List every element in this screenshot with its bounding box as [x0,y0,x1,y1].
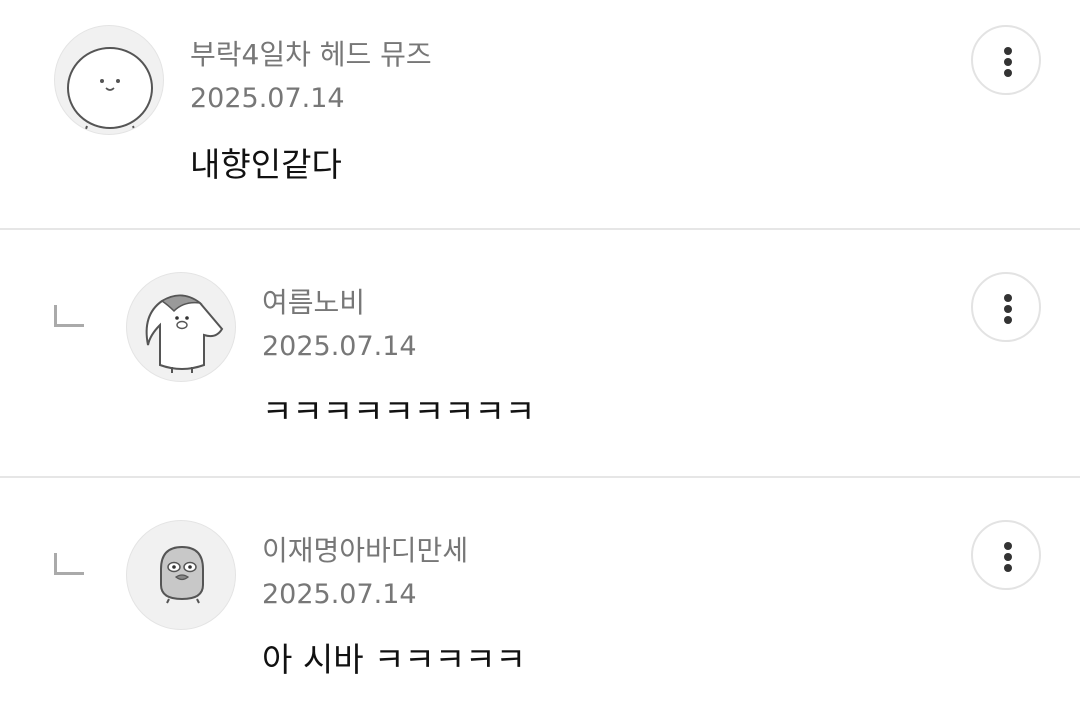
avatar[interactable] [126,520,236,630]
seal-character-icon [67,47,153,134]
reply-comment-item: 여름노비 2025.07.14 ㅋㅋㅋㅋㅋㅋㅋㅋㅋ [0,230,1080,476]
penguin-character-icon [145,294,224,373]
comment-date: 2025.07.14 [262,331,417,362]
comment-author[interactable]: 이재명아바디만세 [262,534,468,568]
avatar[interactable] [54,25,164,135]
comment-date: 2025.07.14 [190,83,345,114]
comment-author[interactable]: 부락4일차 헤드 뮤즈 [190,38,432,72]
avatar[interactable] [126,272,236,382]
comment-text: 내향인같다 [190,145,342,184]
reply-indent-icon [54,553,84,575]
comment-item: 부락4일차 헤드 뮤즈 2025.07.14 내향인같다 [0,0,1080,229]
reply-comment-item: 이재명아바디만세 2025.07.14 아 시바 ㅋㅋㅋㅋㅋ [0,478,1080,707]
reply-indent-icon [54,305,84,327]
duck-character-icon [160,545,204,604]
more-options-button[interactable] [971,520,1041,590]
comment-author[interactable]: 여름노비 [262,286,365,320]
comment-date: 2025.07.14 [262,579,417,610]
more-options-button[interactable] [971,272,1041,342]
more-options-button[interactable] [971,25,1041,95]
comment-text: 아 시바 ㅋㅋㅋㅋㅋ [262,640,526,679]
comment-text: ㅋㅋㅋㅋㅋㅋㅋㅋㅋ [262,392,536,431]
